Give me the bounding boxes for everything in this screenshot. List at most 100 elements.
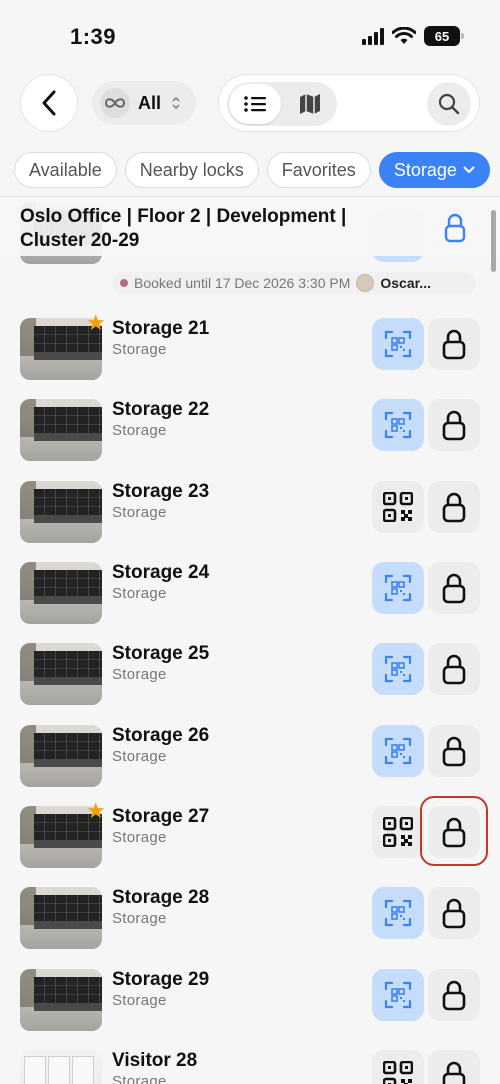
locker-thumbnail	[20, 481, 102, 543]
chip-storage-label: Storage	[393, 159, 457, 180]
locker-type: Storage	[112, 341, 167, 358]
locker-title: Storage 23	[112, 481, 210, 502]
list-item[interactable]: ★ Storage 27 Storage	[0, 796, 500, 887]
qr-button[interactable]	[372, 725, 424, 777]
lock-button[interactable]	[428, 887, 480, 939]
list-item[interactable]: Visitor 28 Storage	[0, 1050, 500, 1084]
updown-chevron-icon	[171, 95, 181, 111]
lock-button[interactable]	[428, 1050, 480, 1084]
favorite-star-icon: ★	[86, 798, 106, 823]
locker-thumbnail	[20, 399, 102, 461]
locker-type: Storage	[112, 504, 167, 521]
lock-button[interactable]	[428, 643, 480, 695]
booked-user-name: Oscar...	[380, 275, 431, 291]
locker-thumbnail	[20, 887, 102, 949]
lock-button[interactable]	[428, 725, 480, 777]
qr-button[interactable]	[372, 1050, 424, 1084]
qr-scan-icon	[384, 981, 412, 1009]
wifi-icon	[392, 27, 416, 44]
battery-icon: 65	[424, 26, 464, 46]
search-icon	[438, 93, 460, 115]
lock-icon	[444, 213, 466, 243]
qr-button[interactable]	[372, 399, 424, 451]
locker-type: Storage	[112, 422, 167, 439]
list-item[interactable]: Storage 24 Storage	[0, 562, 500, 643]
locker-title: Storage 29	[112, 969, 210, 990]
qr-scan-icon	[384, 330, 412, 358]
lock-button[interactable]	[428, 562, 480, 614]
list-item[interactable]: ★ Storage 21 Storage	[0, 312, 500, 399]
view-segmented-control	[227, 82, 337, 126]
qr-button[interactable]	[372, 562, 424, 614]
locker-thumbnail	[20, 562, 102, 624]
qr-scan-icon	[384, 737, 412, 765]
booking-text: Booked until 17 Dec 2026 3:30 PM	[134, 275, 351, 291]
qr-code-icon	[383, 492, 413, 522]
locker-type: Storage	[112, 585, 167, 602]
lock-icon	[442, 898, 466, 929]
locker-thumbnail	[20, 725, 102, 787]
lock-icon	[442, 329, 466, 360]
locker-type: Storage	[112, 829, 167, 846]
list-item[interactable]: Storage 25 Storage	[0, 643, 500, 724]
list-item[interactable]: Storage 29 Storage	[0, 969, 500, 1050]
locker-type: Storage	[112, 748, 167, 765]
locker-title: Storage 21	[112, 318, 210, 339]
battery-level: 65	[434, 28, 450, 44]
chip-available[interactable]: Available	[14, 152, 117, 188]
list-item[interactable]: Storage 23 Storage	[0, 481, 500, 562]
qr-scan-icon	[384, 899, 412, 927]
map-icon	[300, 94, 320, 114]
list-icon	[244, 96, 266, 112]
chip-storage[interactable]: Storage	[378, 152, 490, 188]
qr-button[interactable]	[372, 643, 424, 695]
status-time: 1:39	[70, 24, 117, 49]
map-view-button[interactable]	[285, 84, 335, 124]
toolbar: All	[0, 74, 500, 134]
lock-icon	[442, 654, 466, 685]
qr-button[interactable]	[372, 481, 424, 533]
locker-title: Storage 28	[112, 887, 210, 908]
list-item[interactable]: Storage 26 Storage	[0, 725, 500, 806]
list-view-button[interactable]	[229, 84, 281, 124]
qr-button[interactable]	[372, 969, 424, 1021]
qr-code-icon	[383, 1061, 413, 1084]
lock-icon	[442, 573, 466, 604]
list-item[interactable]: Storage 22 Storage	[0, 399, 500, 480]
infinity-icon	[100, 88, 130, 118]
highlight-outline	[420, 796, 488, 866]
chevron-left-icon	[42, 90, 56, 116]
chip-nearby-locks[interactable]: Nearby locks	[124, 152, 259, 188]
locker-thumbnail	[20, 969, 102, 1031]
locker-title: Storage 24	[112, 562, 210, 583]
view-toggle-group	[218, 74, 480, 132]
chevron-down-icon	[463, 166, 475, 174]
lock-button[interactable]	[428, 399, 480, 451]
back-button[interactable]	[20, 74, 78, 132]
locker-title: Visitor 28	[112, 1050, 198, 1071]
filter-select[interactable]: All	[92, 81, 196, 125]
lock-button[interactable]	[428, 969, 480, 1021]
avatar	[356, 274, 375, 292]
lock-icon	[442, 410, 466, 441]
lock-button[interactable]	[428, 318, 480, 370]
scrollbar[interactable]	[491, 210, 496, 272]
lock-icon	[442, 736, 466, 767]
list-item[interactable]: Storage 28 Storage	[0, 887, 500, 968]
chip-favorites[interactable]: Favorites	[266, 152, 371, 188]
locker-type: Storage	[112, 1073, 167, 1084]
lock-icon	[442, 492, 466, 523]
section-lock-button[interactable]	[444, 213, 466, 248]
favorite-star-icon: ★	[86, 310, 106, 335]
locker-title: Storage 27	[112, 806, 210, 827]
qr-button[interactable]	[372, 806, 424, 858]
locker-type: Storage	[112, 910, 167, 927]
search-button[interactable]	[427, 82, 471, 126]
lock-button[interactable]	[428, 481, 480, 533]
qr-button[interactable]	[372, 887, 424, 939]
section-title: Oslo Office | Floor 2 | Development | Cl…	[20, 206, 347, 251]
qr-scan-icon	[384, 655, 412, 683]
lock-icon	[442, 1061, 466, 1084]
qr-button[interactable]	[372, 318, 424, 370]
cellular-signal-icon	[362, 27, 384, 45]
